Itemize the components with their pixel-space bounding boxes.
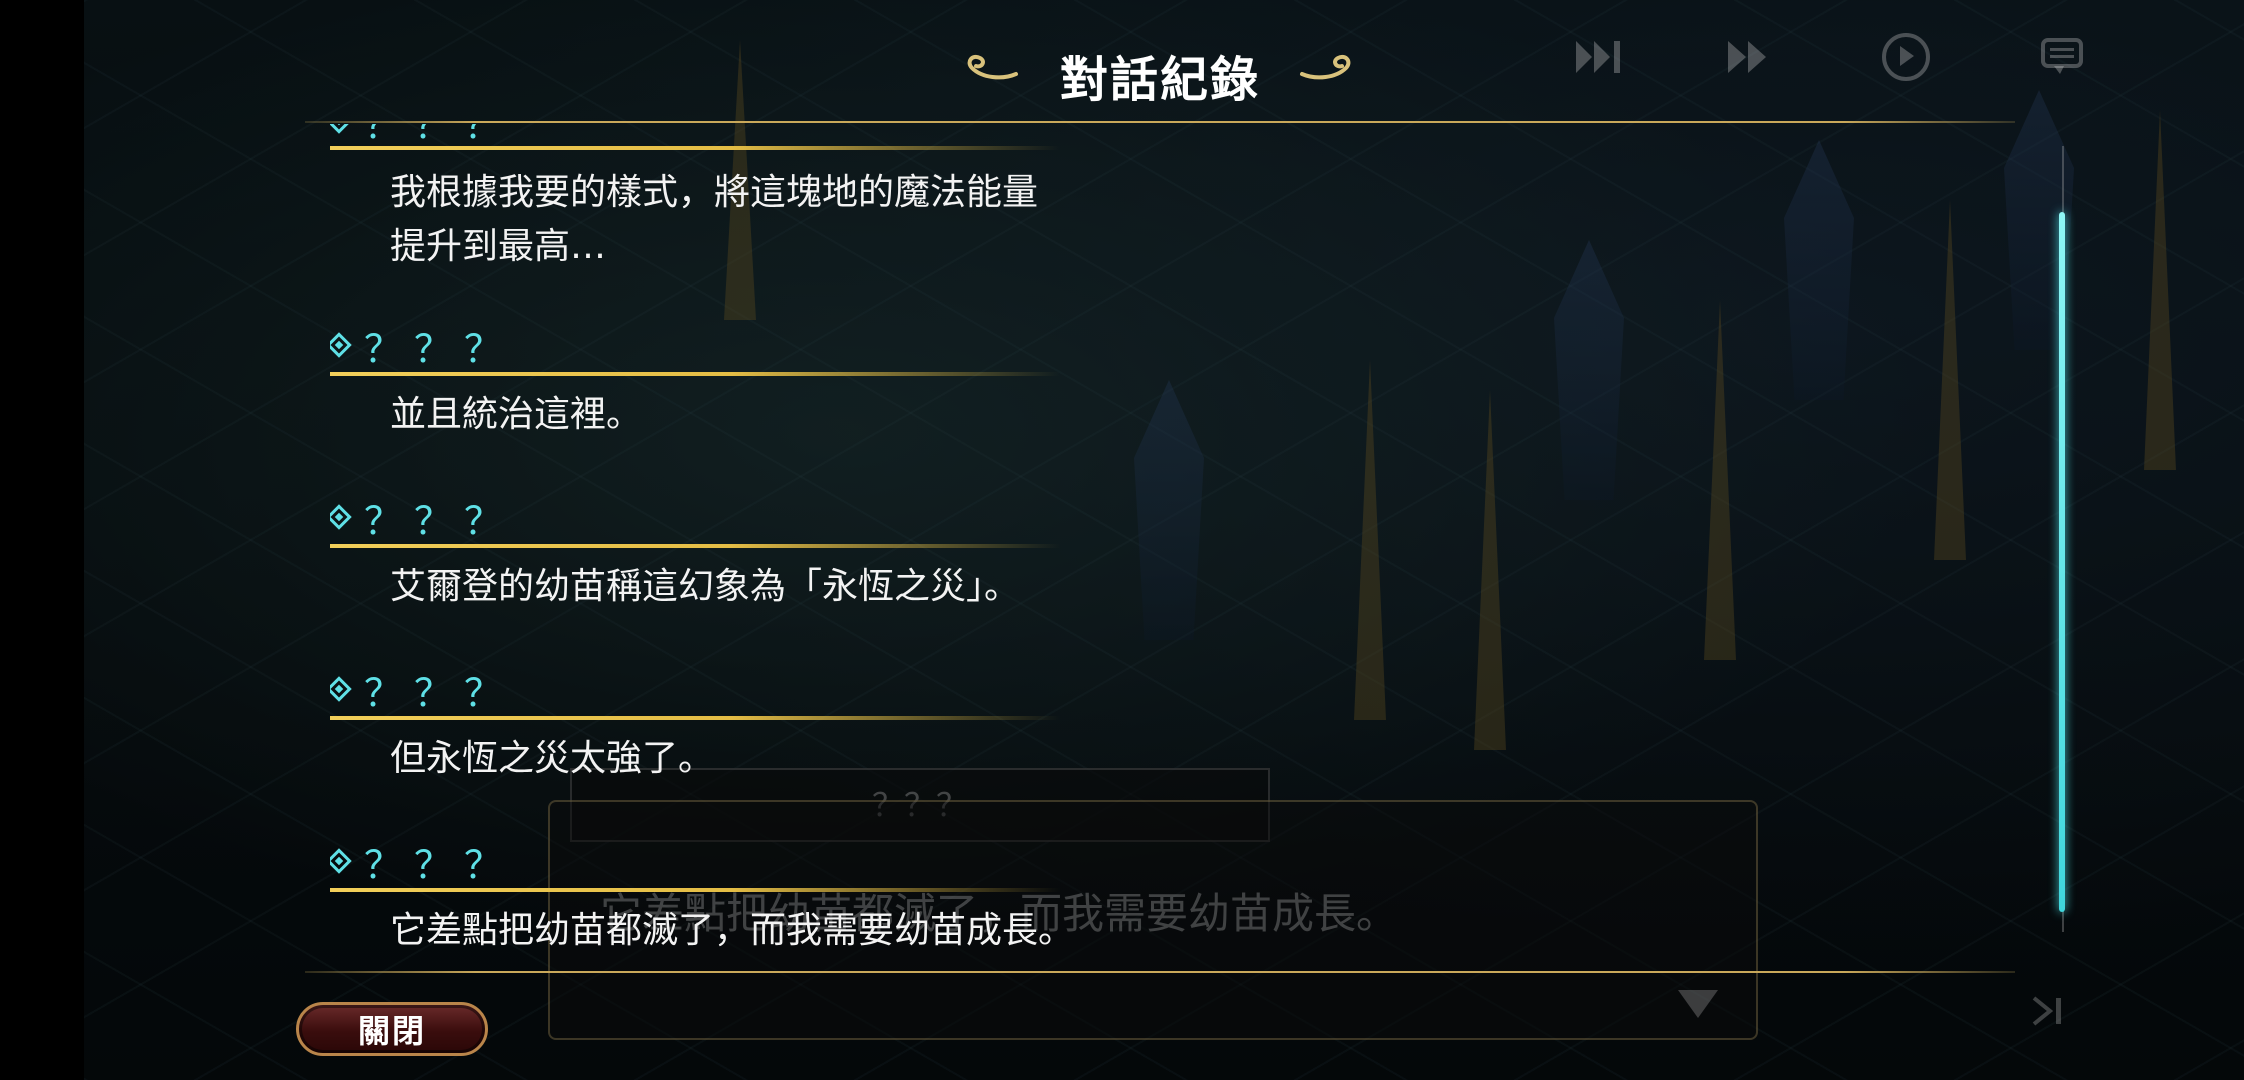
close-log-button[interactable]: 關閉 bbox=[296, 1002, 488, 1056]
speaker-underline bbox=[330, 888, 1060, 892]
close-log-label: 關閉 bbox=[357, 1012, 426, 1050]
speaker-diamond-icon bbox=[330, 848, 352, 874]
corner-skip-icon bbox=[2032, 996, 2061, 1026]
log-speaker: ？？？ bbox=[330, 496, 514, 543]
skip-end-icon[interactable] bbox=[1572, 32, 1628, 82]
log-text-line: 我根據我要的樣式，將這塊地的魔法能量 bbox=[390, 172, 1039, 213]
speaker-underline bbox=[330, 146, 1060, 150]
title-flourish-right-icon bbox=[1300, 55, 1351, 80]
log-speaker: ？？？ bbox=[330, 668, 514, 715]
speaker-diamond-icon bbox=[330, 332, 352, 358]
dialog-log-list[interactable]: ？？？ 我根據我要的樣式，將這塊地的魔法能量 提升到最高… ？？？ 並且統治這裡… bbox=[330, 124, 2010, 970]
log-text-line: 提升到最高… bbox=[390, 226, 607, 267]
fast-forward-icon[interactable] bbox=[1720, 32, 1776, 82]
speaker-diamond-icon bbox=[330, 676, 352, 702]
speaker-underline bbox=[330, 716, 1060, 720]
next-arrow-icon bbox=[1678, 990, 1718, 1018]
log-speaker: ？？？ bbox=[330, 840, 514, 887]
log-bottom-divider bbox=[305, 971, 2015, 973]
auto-play-icon[interactable] bbox=[1878, 32, 1934, 82]
log-menu-icon[interactable] bbox=[2034, 32, 2090, 82]
log-speaker: ？？？ bbox=[330, 124, 514, 147]
log-text-line: 但永恆之災太強了。 bbox=[390, 738, 715, 779]
speaker-underline bbox=[330, 372, 1060, 376]
log-text-line: 並且統治這裡。 bbox=[390, 394, 643, 435]
speaker-underline bbox=[330, 544, 1060, 548]
letterbox-left bbox=[0, 0, 84, 1080]
log-top-divider bbox=[305, 121, 2015, 123]
speaker-diamond-icon bbox=[330, 124, 352, 134]
log-speaker: ？？？ bbox=[330, 324, 514, 371]
speaker-diamond-icon bbox=[330, 504, 352, 530]
log-scrollbar-thumb[interactable] bbox=[2059, 212, 2065, 912]
log-text-line: 它差點把幼苗都滅了，而我需要幼苗成長。 bbox=[390, 910, 1075, 951]
log-title: 對話紀錄 bbox=[1060, 52, 1261, 108]
log-text-line: 艾爾登的幼苗稱這幻象為「永恆之災」。 bbox=[390, 566, 1021, 607]
title-flourish-left-icon bbox=[967, 55, 1018, 80]
